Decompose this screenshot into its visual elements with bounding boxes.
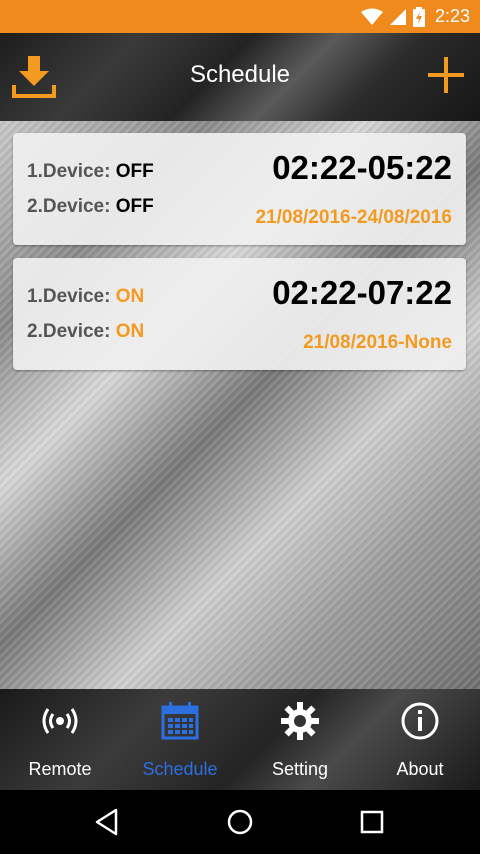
device-2-state: OFF bbox=[115, 196, 154, 217]
back-icon[interactable] bbox=[92, 807, 122, 837]
status-time: 2:23 bbox=[434, 6, 470, 26]
status-bar: 2:23 bbox=[0, 0, 480, 33]
recent-apps-icon[interactable] bbox=[357, 807, 387, 837]
time-range: 02:22-07:22 bbox=[272, 274, 452, 311]
battery-icon bbox=[412, 6, 425, 27]
nav-schedule-label: Schedule bbox=[142, 759, 218, 779]
nav-remote[interactable]: Remote bbox=[0, 689, 120, 790]
device-1-line: 1.Device: OFF bbox=[27, 161, 154, 183]
info-icon bbox=[401, 702, 439, 740]
device-1-label: 1.Device: bbox=[27, 286, 111, 307]
device-2-label: 2.Device: bbox=[27, 321, 111, 342]
broadcast-icon bbox=[42, 708, 78, 734]
app-bar: Schedule bbox=[0, 33, 480, 121]
device-1-state: OFF bbox=[115, 161, 154, 182]
wifi-icon bbox=[360, 8, 383, 25]
date-range: 21/08/2016-None bbox=[303, 332, 452, 353]
device-2-state: ON bbox=[115, 321, 145, 342]
nav-about[interactable]: About bbox=[360, 689, 480, 790]
nav-setting[interactable]: Setting bbox=[240, 689, 360, 790]
device-1-state: ON bbox=[115, 286, 145, 307]
nav-setting-label: Setting bbox=[271, 759, 329, 779]
device-2-line: 2.Device: OFF bbox=[27, 196, 154, 218]
device-1-label: 1.Device: bbox=[27, 161, 111, 182]
gear-icon bbox=[281, 702, 319, 740]
calendar-icon bbox=[161, 702, 199, 740]
add-icon[interactable] bbox=[426, 55, 466, 95]
page-title: Schedule bbox=[189, 61, 291, 88]
nav-remote-label: Remote bbox=[28, 759, 92, 779]
device-2-line: 2.Device: ON bbox=[27, 321, 144, 343]
time-range: 02:22-05:22 bbox=[272, 149, 452, 186]
nav-schedule[interactable]: Schedule bbox=[120, 689, 240, 790]
system-nav-bar bbox=[0, 790, 480, 854]
nav-about-label: About bbox=[396, 759, 444, 779]
schedule-card[interactable]: 1.Device: OFF 2.Device: OFF 02:22-05:22 … bbox=[13, 133, 466, 245]
date-range: 21/08/2016-24/08/2016 bbox=[255, 207, 452, 228]
device-2-label: 2.Device: bbox=[27, 196, 111, 217]
bottom-nav: Remote Schedule Setting About bbox=[0, 689, 480, 790]
schedule-card[interactable]: 1.Device: ON 2.Device: ON 02:22-07:22 21… bbox=[13, 258, 466, 370]
home-icon[interactable] bbox=[225, 807, 255, 837]
device-1-line: 1.Device: ON bbox=[27, 286, 144, 308]
cell-signal-icon bbox=[389, 8, 406, 25]
status-icons: 2:23 bbox=[360, 0, 470, 33]
